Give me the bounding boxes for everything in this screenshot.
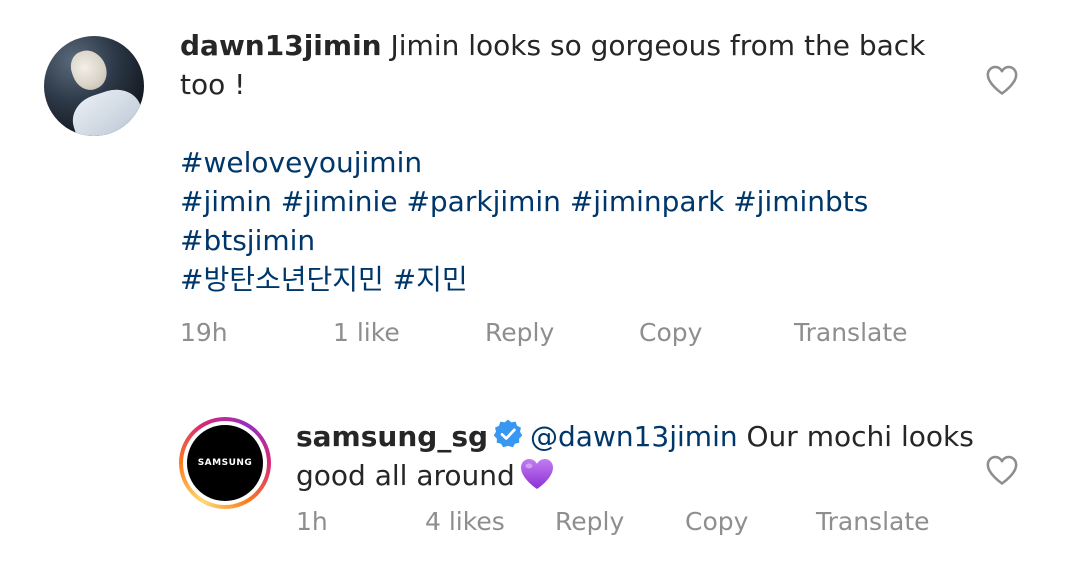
heart-outline-icon[interactable] — [985, 454, 1019, 486]
comment-timestamp: 19h — [180, 318, 228, 347]
hashtag-line[interactable]: #weloveyoujimin — [180, 146, 422, 179]
hashtag-line[interactable]: #방탄소년단지민 #지민 — [180, 263, 468, 296]
story-ring[interactable]: SAMSUNG — [179, 417, 271, 509]
hashtag-line[interactable]: #jimin #jiminie #parkjimin #jiminpark #j… — [180, 185, 868, 218]
translate-button[interactable]: Translate — [816, 505, 930, 539]
likes-count[interactable]: 1 like — [333, 316, 400, 350]
purple-heart-emoji-icon — [520, 459, 553, 489]
comment-timestamp: 1h — [296, 507, 328, 536]
comment-item: dawn13jimin Jimin looks so gorgeous from… — [0, 0, 1080, 380]
samsung-avatar: SAMSUNG — [187, 425, 263, 501]
reply-button[interactable]: Reply — [555, 505, 624, 539]
verified-badge-icon — [493, 419, 523, 448]
heart-outline-icon[interactable] — [985, 64, 1019, 96]
reply-comment-item: SAMSUNG samsung_sg @dawn13jimin Our mochi… — [0, 395, 1080, 576]
comment-username[interactable]: samsung_sg — [296, 420, 488, 453]
reply-button[interactable]: Reply — [485, 316, 554, 350]
comment-username[interactable]: dawn13jimin — [180, 29, 382, 62]
samsung-logo: SAMSUNG — [197, 458, 253, 468]
mention-link[interactable]: @dawn13jimin — [530, 420, 738, 453]
comment-meta-row: 1h 4 likes Reply Copy Translate — [0, 505, 1080, 539]
avatar-figure-body — [66, 82, 144, 136]
user-avatar[interactable] — [44, 36, 144, 136]
comment-meta-row: 19h 1 like Reply Copy Translate — [0, 316, 1080, 350]
comment-body: dawn13jimin Jimin looks so gorgeous from… — [180, 26, 940, 299]
translate-button[interactable]: Translate — [794, 316, 908, 350]
copy-button[interactable]: Copy — [685, 505, 748, 539]
likes-count[interactable]: 4 likes — [425, 505, 505, 539]
comment-body: samsung_sg @dawn13jimin Our mochi looks g… — [296, 417, 976, 495]
hashtag-line[interactable]: #btsjimin — [180, 224, 315, 257]
avatar-figure-head — [66, 45, 112, 95]
copy-button[interactable]: Copy — [639, 316, 702, 350]
